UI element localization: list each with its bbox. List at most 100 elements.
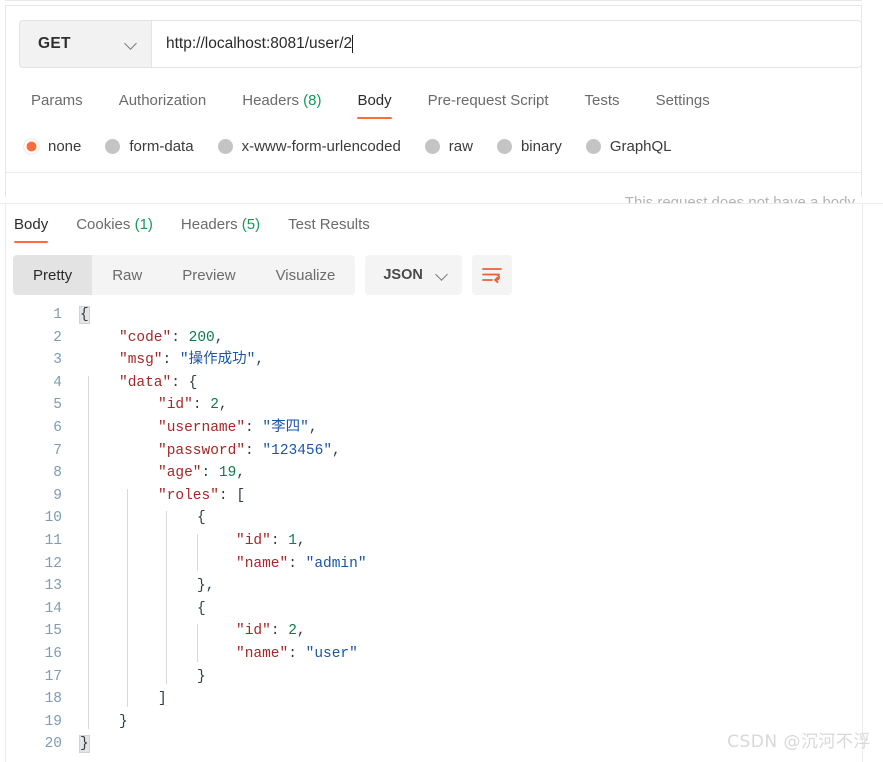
body-type-graphql[interactable]: GraphQL (585, 138, 672, 155)
csdn-watermark: CSDN @沉河不浮 (727, 732, 871, 752)
json-token: "password" (158, 442, 246, 459)
body-type-form-data[interactable]: form-data (105, 138, 194, 155)
tab-label: Params (31, 92, 83, 109)
body-type-raw[interactable]: raw (424, 138, 473, 155)
view-mode-preview[interactable]: Preview (162, 255, 255, 295)
json-token: : (270, 532, 289, 549)
response-tab-body[interactable]: Body (11, 212, 62, 247)
line-number: 17 (44, 668, 62, 685)
response-tabs: Body Cookies (1) Headers (5) Test Results (11, 212, 384, 247)
code-line: 11 "id": 1, (0, 530, 883, 553)
radio-label: none (48, 138, 82, 155)
radio-icon (496, 139, 512, 154)
view-mode-visualize[interactable]: Visualize (256, 255, 356, 295)
body-type-radio-group: none form-data x-www-form-urlencoded raw bin… (24, 138, 696, 155)
json-token: "id" (158, 397, 193, 414)
radio-icon (217, 139, 233, 154)
json-token: "name" (236, 645, 289, 662)
code-line-content: "name": "user" (236, 643, 358, 666)
request-tab-settings[interactable]: Settings (638, 88, 728, 123)
code-line-content: "id": 1, (236, 530, 306, 553)
code-line: 6 "username": "李四", (0, 417, 883, 440)
json-token: : (245, 419, 263, 436)
response-body-viewer[interactable]: 1{2 "code": 200, 3 "msg": "操作成功", 4 "data": {… (0, 304, 883, 762)
json-token: : (171, 329, 189, 346)
request-tab-tests[interactable]: Tests (567, 88, 638, 123)
json-token: : (201, 465, 219, 482)
http-method-selector[interactable]: GET (19, 20, 152, 68)
code-line: 12 "name": "admin" (0, 553, 883, 576)
code-line-content: "id": 2, (236, 620, 306, 643)
indent-guide (127, 488, 128, 707)
line-number: 19 (44, 713, 62, 730)
body-type-x-www-form-urlencoded[interactable]: x-www-form-urlencoded (217, 138, 401, 155)
json-token: 1 (288, 532, 297, 549)
json-token: : (288, 645, 306, 662)
code-line-content: "id": 2, (158, 394, 228, 417)
json-token: , (214, 329, 224, 346)
json-token: } (197, 668, 206, 685)
code-line-content: "name": "admin" (236, 553, 367, 576)
url-bar: GET http://localhost:8081/user/2 (19, 20, 862, 68)
request-tab-body[interactable]: Body (339, 88, 409, 123)
json-token: } (119, 713, 128, 730)
line-number: 8 (53, 465, 62, 482)
body-type-binary[interactable]: binary (496, 138, 562, 155)
radio-label: raw (448, 138, 473, 155)
body-type-none[interactable]: none (24, 138, 81, 155)
request-tab-authorization[interactable]: Authorization (101, 88, 225, 123)
line-number: 10 (44, 510, 62, 527)
code-line: 17} (0, 666, 883, 689)
view-mode-pretty[interactable]: Pretty (13, 255, 93, 295)
response-format-toolbar: Pretty Raw Preview Visualize JSON (13, 255, 512, 295)
line-number: 18 (44, 691, 62, 708)
json-token: "李四" (262, 419, 309, 436)
tab-label: Authorization (118, 92, 207, 109)
code-line: 2 "code": 200, (0, 327, 883, 350)
response-tab-cookies[interactable]: Cookies (1) (62, 212, 167, 247)
json-code-block: 1{2 "code": 200, 3 "msg": "操作成功", 4 "data": {… (0, 304, 883, 756)
json-token: { (197, 510, 206, 527)
code-line: 3 "msg": "操作成功", (0, 349, 883, 372)
code-line: 8 "age": 19, (0, 462, 883, 485)
response-language-label: JSON (383, 267, 423, 283)
response-language-selector[interactable]: JSON (365, 255, 462, 295)
code-line: 5 "id": 2, (0, 394, 883, 417)
indent-guide (88, 375, 89, 730)
indent-guide (197, 534, 198, 572)
line-number: 16 (44, 645, 62, 662)
json-token: "123456" (262, 442, 333, 459)
request-tabs: Params Authorization Headers (8) Body Pre-re… (21, 88, 728, 123)
code-line-content: }, (197, 575, 214, 598)
json-token: : (270, 623, 289, 640)
view-mode-raw[interactable]: Raw (92, 255, 162, 295)
json-token: "操作成功" (179, 352, 256, 369)
request-tab-params[interactable]: Params (21, 88, 101, 123)
request-tab-headers[interactable]: Headers (8) (224, 88, 339, 123)
json-token: { (197, 600, 206, 617)
radio-label: GraphQL (609, 138, 672, 155)
json-token: "admin" (305, 555, 367, 572)
line-number: 6 (53, 419, 62, 436)
url-input[interactable]: http://localhost:8081/user/2 (152, 20, 862, 68)
tab-label: Settings (655, 92, 710, 109)
json-token: , (236, 465, 246, 482)
code-line: 13}, (0, 575, 883, 598)
tab-count-badge: (5) (237, 216, 261, 233)
code-line: 10 { (0, 507, 883, 530)
json-token: : (192, 397, 211, 414)
code-line: 18] (0, 688, 883, 711)
response-tab-test-results[interactable]: Test Results (274, 212, 384, 247)
wrap-text-button[interactable] (471, 255, 512, 295)
code-line-content: "data": { (119, 372, 197, 395)
json-token: } (79, 735, 90, 754)
json-token: { (188, 374, 198, 391)
response-tab-headers[interactable]: Headers (5) (167, 212, 274, 247)
url-input-value: http://localhost:8081/user/2 (166, 35, 353, 52)
line-number: 14 (44, 600, 62, 617)
request-tab-pre-request-script[interactable]: Pre-request Script (410, 88, 567, 123)
json-token: 200 (188, 329, 215, 346)
radio-icon (105, 139, 121, 154)
json-token: "age" (158, 465, 202, 482)
code-line-content: "roles": [ (158, 485, 245, 508)
